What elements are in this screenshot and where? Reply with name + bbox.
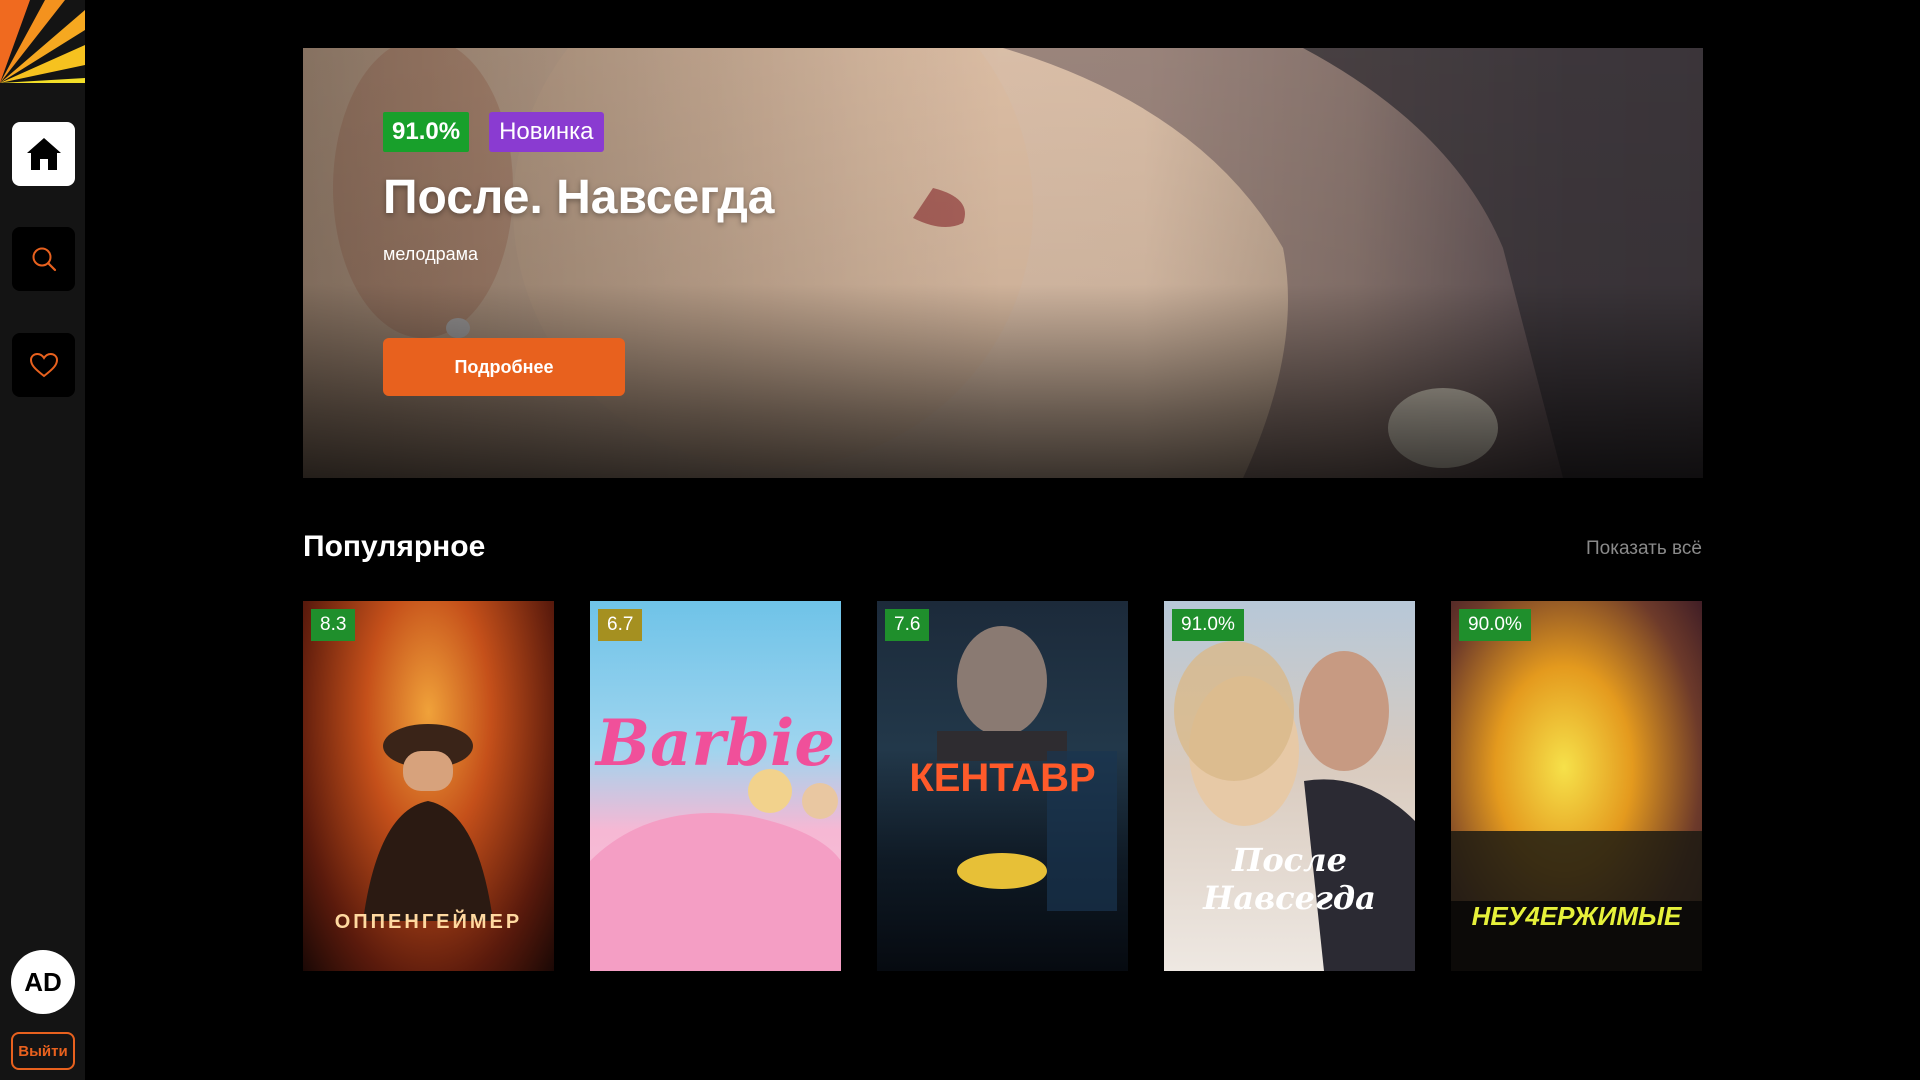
poster-title: КЕНТАВР: [909, 756, 1096, 800]
nav-search-button[interactable]: [12, 227, 75, 291]
movie-card[interactable]: 91.0% После Навсегда: [1164, 601, 1415, 971]
poster-title: НЕУ4ЕРЖИМЫЕ: [1471, 901, 1682, 931]
hero-title: После. Навсегда: [383, 171, 775, 224]
hero-details-button[interactable]: Подробнее: [383, 338, 625, 396]
heart-icon: [29, 352, 58, 378]
popular-section-title: Популярное: [303, 530, 486, 563]
sidebar: AD Выйти: [0, 0, 85, 1080]
avatar[interactable]: AD: [11, 950, 75, 1014]
logout-button[interactable]: Выйти: [11, 1032, 75, 1070]
poster-title: После Навсегда: [1203, 841, 1376, 917]
movie-rating-badge: 90.0%: [1459, 609, 1531, 641]
hero-genre: мелодрама: [383, 244, 479, 264]
popular-list: 8.3 ОППЕНГЕЙМЕР 6.7 Barbie 7.6 КЕНТАВР 9…: [303, 601, 1702, 971]
logo[interactable]: [0, 0, 85, 83]
search-icon: [32, 247, 56, 272]
hero-banner: 91.0% Новинка После. Навсегда мелодрама …: [303, 48, 1703, 478]
movie-card[interactable]: 7.6 КЕНТАВР: [877, 601, 1128, 971]
movie-card[interactable]: 6.7 Barbie: [590, 601, 841, 971]
home-icon: [26, 138, 61, 170]
movie-rating-badge: 91.0%: [1172, 609, 1244, 641]
movie-rating-badge: 6.7: [598, 609, 643, 641]
poster-image: [590, 769, 841, 971]
movie-card[interactable]: 8.3 ОППЕНГЕЙМЕР: [303, 601, 554, 971]
poster-title: ОППЕНГЕЙМЕР: [334, 911, 523, 933]
nav-home-button[interactable]: [12, 122, 75, 186]
movie-rating-badge: 8.3: [311, 609, 356, 641]
movie-rating-badge: 7.6: [885, 609, 930, 641]
show-all-link[interactable]: Показать всё: [1586, 538, 1702, 560]
hero-rating-badge: 91.0%: [383, 112, 470, 152]
nav-favorites-button[interactable]: [12, 333, 75, 397]
movie-card[interactable]: 90.0% НЕУ4ЕРЖИМЫЕ: [1451, 601, 1702, 971]
poster-title: Barbie: [595, 706, 836, 781]
hero-new-badge: Новинка: [489, 112, 604, 152]
